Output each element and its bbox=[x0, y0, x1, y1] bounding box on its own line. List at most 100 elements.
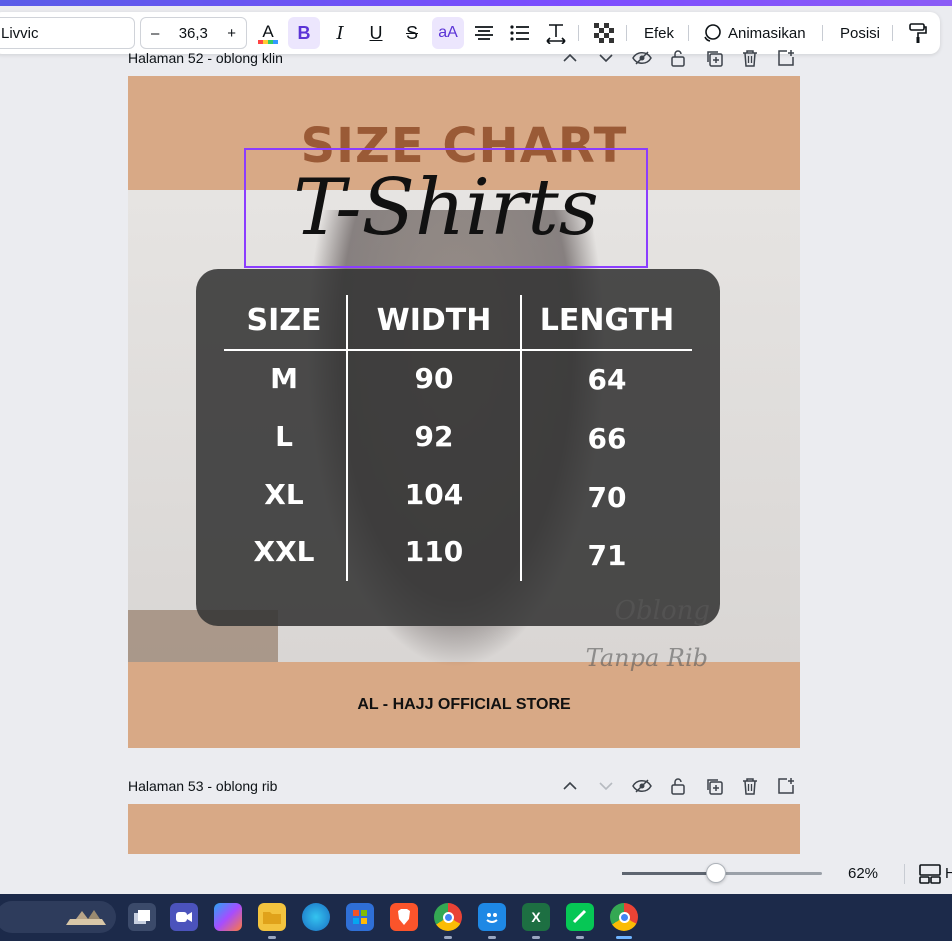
spacing-button[interactable] bbox=[540, 17, 572, 49]
bold-icon: B bbox=[297, 22, 311, 43]
paint-roller-icon bbox=[909, 23, 927, 43]
move-page-down-icon[interactable] bbox=[595, 775, 617, 797]
widgets-icon bbox=[66, 910, 106, 925]
position-label: Posisi bbox=[840, 24, 881, 42]
tshirts-script-text: T-Shirts bbox=[293, 163, 599, 253]
toolbar-divider bbox=[688, 25, 689, 41]
store-icon[interactable] bbox=[346, 903, 374, 931]
font-family-dropdown[interactable]: Livvic bbox=[0, 17, 135, 49]
text-toolbar: Livvic – 36,3 + A B I U S aA Efek Animas… bbox=[0, 12, 940, 54]
zoom-divider bbox=[904, 864, 905, 884]
size-table[interactable]: SIZE WIDTH LENGTH M 90 64 L 92 66 XL 104… bbox=[196, 269, 720, 626]
oblong-watermark: Oblong bbox=[614, 596, 710, 626]
add-page-icon[interactable] bbox=[775, 47, 797, 69]
top-accent-bar bbox=[0, 0, 952, 6]
duplicate-page-icon[interactable] bbox=[703, 47, 725, 69]
copilot-icon[interactable] bbox=[214, 903, 242, 931]
page-52-canvas[interactable]: SIZE CHART T-Shirts SIZE WIDTH LENGTH M … bbox=[128, 76, 800, 748]
edge-icon[interactable] bbox=[302, 903, 330, 931]
table-cell-width: 104 bbox=[404, 478, 464, 511]
animate-button[interactable]: Animasikan bbox=[702, 17, 806, 49]
table-cell-length: 71 bbox=[587, 539, 627, 572]
bold-button[interactable]: B bbox=[288, 17, 320, 49]
font-size-increase-button[interactable]: + bbox=[227, 25, 236, 42]
letter-case-button[interactable]: aA bbox=[432, 17, 464, 49]
effects-button[interactable]: Efek bbox=[644, 17, 674, 49]
table-cell-width: 92 bbox=[414, 420, 454, 453]
teams-icon[interactable] bbox=[170, 903, 198, 931]
effects-label: Efek bbox=[644, 24, 675, 42]
add-page-icon[interactable] bbox=[775, 775, 797, 797]
hide-page-icon[interactable] bbox=[631, 47, 653, 69]
store-footer-text[interactable]: AL - HAJJ OFFICIAL STORE bbox=[128, 662, 800, 748]
taskbar-search[interactable] bbox=[0, 901, 116, 933]
chrome-icon[interactable] bbox=[610, 903, 638, 931]
transparency-button[interactable] bbox=[588, 17, 620, 49]
table-cell-size: XXL bbox=[253, 535, 315, 568]
finder-icon[interactable] bbox=[478, 903, 506, 931]
italic-icon: I bbox=[336, 22, 344, 44]
zoom-slider-handle[interactable] bbox=[706, 863, 726, 883]
table-cell-length: 64 bbox=[587, 363, 627, 396]
page-52-title[interactable]: Halaman 52 - oblong klin bbox=[128, 50, 283, 66]
table-cell-length: 70 bbox=[587, 481, 627, 514]
lock-page-icon[interactable] bbox=[667, 775, 689, 797]
table-cell-width: 110 bbox=[404, 535, 464, 568]
animate-icon bbox=[704, 24, 721, 42]
table-cell-size: XL bbox=[264, 478, 304, 511]
move-page-up-icon[interactable] bbox=[559, 775, 581, 797]
excel-icon[interactable]: X bbox=[522, 903, 550, 931]
letter-case-icon: aA bbox=[438, 24, 458, 41]
table-header-size: SIZE bbox=[246, 303, 322, 338]
animate-label: Animasikan bbox=[728, 24, 806, 42]
font-size-stepper[interactable]: – 36,3 + bbox=[140, 17, 247, 49]
running-indicator bbox=[532, 936, 540, 939]
font-size-decrease-button[interactable]: – bbox=[151, 25, 159, 42]
zoom-slider-fill bbox=[622, 872, 716, 875]
hide-page-icon[interactable] bbox=[631, 775, 653, 797]
table-header-width: WIDTH bbox=[376, 303, 492, 338]
running-indicator bbox=[576, 936, 584, 939]
running-indicator bbox=[488, 936, 496, 939]
duplicate-page-icon[interactable] bbox=[703, 775, 725, 797]
pages-view-button[interactable] bbox=[919, 864, 941, 884]
windows-taskbar: X bbox=[0, 894, 952, 941]
page-53-canvas[interactable] bbox=[128, 804, 800, 854]
chrome-profile-icon[interactable] bbox=[434, 903, 462, 931]
lock-page-icon[interactable] bbox=[667, 47, 689, 69]
tshirts-script-textbox[interactable]: T-Shirts bbox=[244, 148, 648, 268]
table-cell-size: M bbox=[270, 362, 298, 395]
position-button[interactable]: Posisi bbox=[840, 17, 880, 49]
line-icon[interactable] bbox=[566, 903, 594, 931]
page-52-actions bbox=[559, 47, 797, 69]
toolbar-divider bbox=[578, 25, 579, 41]
zoom-percentage[interactable]: 62% bbox=[848, 865, 878, 882]
brave-icon[interactable] bbox=[390, 903, 418, 931]
underline-icon: U bbox=[369, 22, 383, 43]
delete-page-icon[interactable] bbox=[739, 47, 761, 69]
table-divider-horizontal bbox=[224, 349, 692, 351]
delete-page-icon[interactable] bbox=[739, 775, 761, 797]
move-page-down-icon[interactable] bbox=[595, 47, 617, 69]
move-page-up-icon[interactable] bbox=[559, 47, 581, 69]
text-color-button[interactable]: A bbox=[252, 17, 284, 49]
file-explorer-icon[interactable] bbox=[258, 903, 286, 931]
page-53-actions bbox=[559, 775, 797, 797]
copy-style-button[interactable] bbox=[902, 17, 934, 49]
pages-grid-icon bbox=[919, 864, 941, 884]
running-indicator bbox=[444, 936, 452, 939]
pages-label[interactable]: H bbox=[945, 865, 952, 882]
strikethrough-button[interactable]: S bbox=[396, 17, 428, 49]
underline-button[interactable]: U bbox=[360, 17, 392, 49]
table-header-length: LENGTH bbox=[539, 303, 675, 338]
toolbar-divider bbox=[626, 25, 627, 41]
task-view-icon[interactable] bbox=[128, 903, 156, 931]
font-size-value[interactable]: 36,3 bbox=[179, 25, 208, 42]
table-cell-length: 66 bbox=[587, 422, 627, 455]
page-53-title[interactable]: Halaman 53 - oblong rib bbox=[128, 778, 277, 794]
table-cell-size: L bbox=[275, 420, 293, 453]
italic-button[interactable]: I bbox=[324, 17, 356, 49]
list-button[interactable] bbox=[504, 17, 536, 49]
align-button[interactable] bbox=[468, 17, 500, 49]
running-indicator bbox=[268, 936, 276, 939]
